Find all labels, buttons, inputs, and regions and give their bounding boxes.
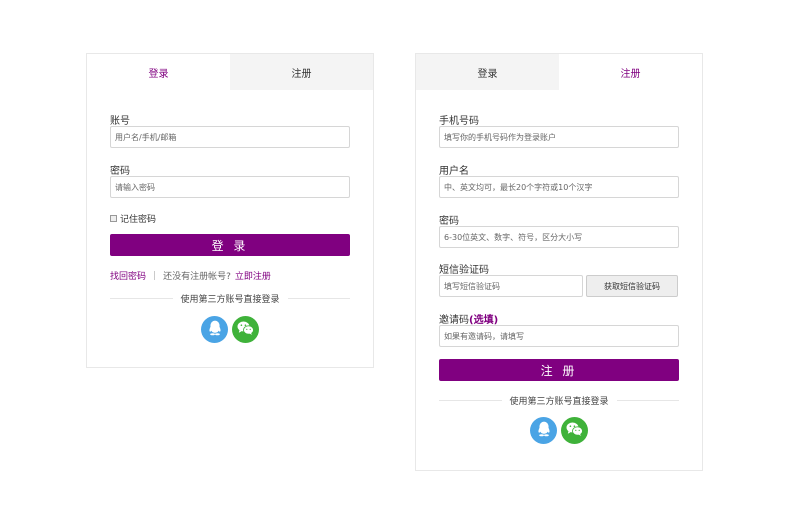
register-password-input[interactable] (439, 226, 679, 248)
no-account-text: 还没有注册帐号? (163, 272, 231, 282)
tab-login[interactable]: 登录 (87, 54, 230, 90)
invite-code-input[interactable] (439, 325, 679, 347)
link-separator: | (153, 270, 157, 281)
register-tabs: 登录 注册 (416, 54, 702, 90)
divider-line (110, 297, 173, 299)
social-login (201, 316, 259, 343)
register-button[interactable]: 注 册 (439, 359, 679, 381)
sms-code-input[interactable] (439, 275, 583, 297)
tab-register[interactable]: 注册 (559, 54, 702, 90)
account-label: 账号 (110, 116, 130, 127)
register-password-label: 密码 (439, 216, 459, 227)
sms-code-label: 短信验证码 (439, 265, 489, 276)
tab-register[interactable]: 注册 (230, 54, 373, 90)
username-label: 用户名 (439, 166, 469, 177)
phone-input[interactable] (439, 126, 679, 148)
login-links: 找回密码 | 还没有注册帐号? 立即注册 (110, 269, 271, 283)
qq-login-button[interactable] (530, 417, 557, 444)
invite-code-label: 邀请码(选填) (439, 311, 498, 326)
social-login (530, 417, 588, 444)
remember-password: 记住密码 (110, 212, 156, 225)
third-party-label: 使用第三方账号直接登录 (509, 396, 609, 407)
username-input[interactable] (439, 176, 679, 198)
login-panel: 登录 注册 账号 密码 记住密码 登 录 找回密码 | 还没有注册帐号? 立即注… (86, 53, 374, 368)
forgot-password-link[interactable]: 找回密码 (110, 269, 146, 282)
wechat-icon (237, 320, 254, 339)
get-sms-code-button[interactable]: 获取短信验证码 (586, 275, 678, 297)
wechat-login-button[interactable] (232, 316, 259, 343)
tab-login[interactable]: 登录 (416, 54, 559, 90)
divider-line (439, 399, 502, 401)
remember-checkbox[interactable] (110, 215, 117, 222)
register-now-link[interactable]: 立即注册 (235, 269, 271, 282)
remember-label: 记住密码 (120, 215, 157, 225)
account-input[interactable] (110, 126, 350, 148)
qq-login-button[interactable] (201, 316, 228, 343)
divider-line (287, 297, 351, 299)
wechat-icon (566, 421, 583, 440)
password-label: 密码 (110, 166, 130, 177)
login-button[interactable]: 登 录 (110, 234, 350, 256)
third-party-divider: 使用第三方账号直接登录 (439, 394, 680, 407)
qq-icon (537, 421, 551, 441)
password-input[interactable] (110, 176, 350, 198)
third-party-label: 使用第三方账号直接登录 (180, 294, 280, 305)
third-party-divider: 使用第三方账号直接登录 (110, 292, 351, 305)
wechat-login-button[interactable] (561, 417, 588, 444)
phone-label: 手机号码 (439, 116, 479, 127)
register-panel: 登录 注册 手机号码 用户名 密码 短信验证码 获取短信验证码 邀请码(选填) … (415, 53, 703, 471)
login-tabs: 登录 注册 (87, 54, 373, 90)
divider-line (616, 399, 680, 401)
qq-icon (208, 320, 222, 340)
